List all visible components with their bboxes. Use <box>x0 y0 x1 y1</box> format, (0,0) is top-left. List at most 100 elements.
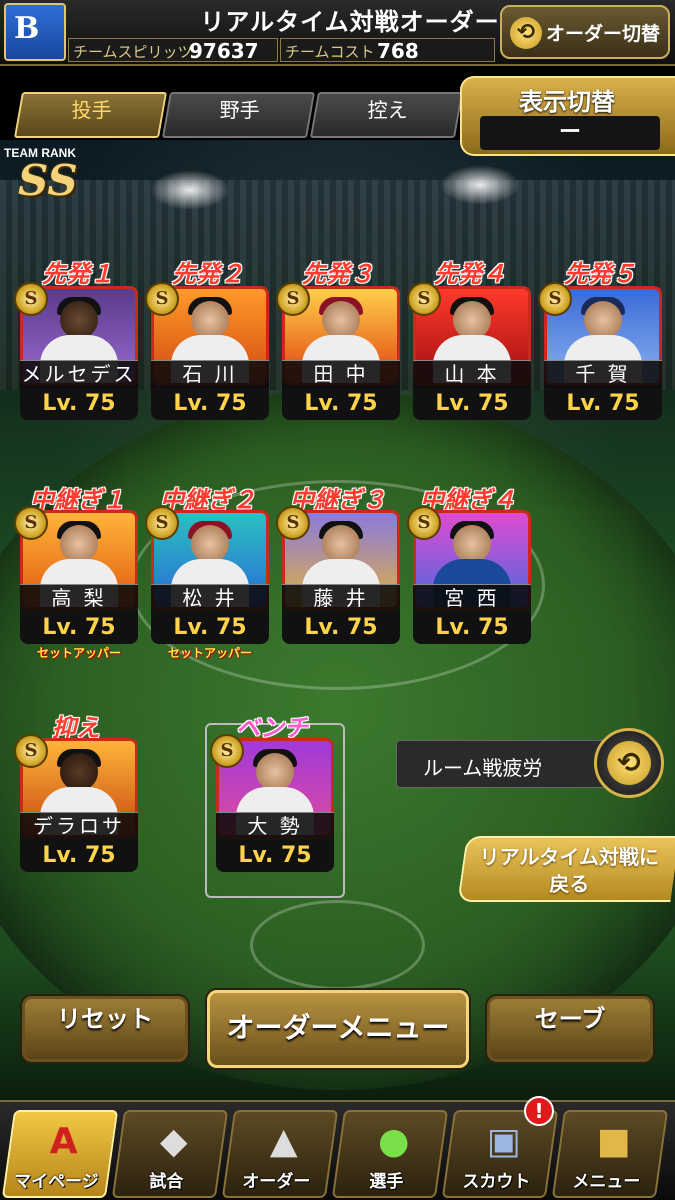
order-menu-button[interactable]: オーダーメニュー <box>207 990 469 1068</box>
player-card-reliever-4[interactable]: S 宮 西 Lv. 75 <box>407 506 531 653</box>
order-switch-label: オーダー切替 <box>546 23 661 45</box>
player-name: 石 川 <box>151 360 269 388</box>
player-name: 藤 井 <box>282 584 400 612</box>
room-fatigue-bar: ルーム戦疲労 <box>396 740 616 788</box>
nav-players[interactable]: ● 選手 <box>331 1110 449 1198</box>
tab-fielder[interactable]: 野手 <box>161 92 316 138</box>
team-rank: TEAM RANK SS <box>4 146 114 206</box>
team-spirit-bar: チームスピリッツ 97637 <box>68 38 278 63</box>
rank-badge-icon: S <box>276 506 310 540</box>
save-label: セーブ <box>534 1005 606 1033</box>
save-button[interactable]: セーブ <box>487 996 653 1062</box>
refresh-fatigue-button[interactable]: ⟲ <box>594 728 664 798</box>
player-level: Lv. 75 <box>544 388 662 420</box>
team-logo: B <box>4 3 66 61</box>
player-name: 田 中 <box>282 360 400 388</box>
player-name: 大 勢 <box>216 812 334 840</box>
player-level: Lv. 75 <box>282 388 400 420</box>
player-name: メルセデス <box>20 360 138 388</box>
team-cost-value: 768 <box>377 39 419 63</box>
player-card-reliever-2[interactable]: S 松 井 Lv. 75 セットアッパー <box>145 506 269 660</box>
team-spirit-value: 97637 <box>189 39 259 63</box>
slot-label-starter-1: 先発１ <box>42 260 114 288</box>
player-card-starter-2[interactable]: S 石 川 Lv. 75 <box>145 282 269 429</box>
player-card-starter-4[interactable]: S 山 本 Lv. 75 <box>407 282 531 429</box>
player-card-closer[interactable]: S デラロサ Lv. 75 <box>14 734 138 881</box>
mound-ring <box>250 900 425 990</box>
stadium-light <box>440 165 520 205</box>
order-switch-button[interactable]: ⟲ オーダー切替 <box>500 5 670 59</box>
player-level: Lv. 75 <box>151 612 269 644</box>
rank-badge-icon: S <box>407 282 441 316</box>
player-role: セットアッパー <box>36 646 121 660</box>
player-name: 山 本 <box>413 360 531 388</box>
rank-badge-icon: S <box>210 734 244 768</box>
return-to-realtime-button[interactable]: リアルタイム対戦に 戻る <box>457 836 675 902</box>
screen-title: リアルタイム対戦オーダー <box>200 8 500 36</box>
player-name: 高 梨 <box>20 584 138 612</box>
room-fatigue-label: ルーム戦疲労 <box>423 756 543 780</box>
player-card-starter-3[interactable]: S 田 中 Lv. 75 <box>276 282 400 429</box>
team-cost-label: チームコスト <box>285 43 375 61</box>
reset-label: リセット <box>57 1005 153 1033</box>
player-role: セットアッパー <box>167 646 252 660</box>
tab-fielder-label: 野手 <box>219 98 260 122</box>
notification-badge: ! <box>524 1096 554 1126</box>
tab-pitcher[interactable]: 投手 <box>13 92 168 138</box>
nav-order[interactable]: ▲ オーダー <box>221 1110 339 1198</box>
nav-menu-label: メニュー <box>572 1172 641 1192</box>
swap-icon: ⟲ <box>510 17 542 49</box>
return-label-line1: リアルタイム対戦に <box>479 845 659 869</box>
player-card-starter-5[interactable]: S 千 賀 Lv. 75 <box>538 282 662 429</box>
rank-badge-icon: S <box>276 282 310 316</box>
slot-label-starter-4: 先発４ <box>434 260 506 288</box>
field-icon: ▲ <box>269 1121 298 1162</box>
stadium-light <box>150 170 230 210</box>
tab-reserve[interactable]: 控え <box>309 92 464 138</box>
player-card-bench[interactable]: S 大 勢 Lv. 75 <box>210 734 334 881</box>
nav-mypage-label: マイページ <box>14 1172 99 1192</box>
team-rank-value: SS <box>18 156 78 205</box>
mypage-icon: A <box>49 1121 78 1162</box>
player-name: 松 井 <box>151 584 269 612</box>
player-name: 千 賀 <box>544 360 662 388</box>
team-spirit-label: チームスピリッツ <box>73 43 193 61</box>
reset-button[interactable]: リセット <box>22 996 188 1062</box>
nav-game[interactable]: ◆ 試合 <box>111 1110 229 1198</box>
team-cost-bar: チームコスト 768 <box>280 38 495 63</box>
menu-icon: ■ <box>596 1121 631 1162</box>
player-name: デラロサ <box>20 812 138 840</box>
header-bar: B リアルタイム対戦オーダー チームスピリッツ 97637 チームコスト 768… <box>0 0 675 66</box>
player-card-starter-1[interactable]: S メルセデス Lv. 75 <box>14 282 138 429</box>
player-level: Lv. 75 <box>20 388 138 420</box>
tab-pitcher-label: 投手 <box>71 98 112 122</box>
player-name: 宮 西 <box>413 584 531 612</box>
rank-badge-icon: S <box>14 734 48 768</box>
player-card-reliever-1[interactable]: S 高 梨 Lv. 75 セットアッパー <box>14 506 138 660</box>
nav-mypage[interactable]: A マイページ <box>1 1110 119 1198</box>
rank-badge-icon: S <box>145 506 179 540</box>
rank-badge-icon: S <box>538 282 572 316</box>
tab-reserve-label: 控え <box>367 98 408 122</box>
nav-scout-label: スカウト <box>462 1172 531 1192</box>
player-level: Lv. 75 <box>282 612 400 644</box>
nav-order-label: オーダー <box>242 1172 311 1192</box>
nav-menu[interactable]: ■ メニュー <box>551 1110 669 1198</box>
slot-label-starter-5: 先発５ <box>564 260 636 288</box>
nav-game-label: 試合 <box>149 1172 184 1192</box>
order-menu-label: オーダーメニュー <box>226 1011 450 1044</box>
rank-badge-icon: S <box>14 282 48 316</box>
player-level: Lv. 75 <box>151 388 269 420</box>
display-switch-button[interactable]: 表示切替 ー <box>460 76 675 156</box>
display-switch-value: ー <box>480 116 660 150</box>
display-switch-label: 表示切替 <box>519 88 615 116</box>
player-icon: ● <box>377 1121 410 1162</box>
return-label-line2: 戻る <box>549 872 590 896</box>
player-level: Lv. 75 <box>216 840 334 872</box>
player-level: Lv. 75 <box>413 388 531 420</box>
slot-label-starter-3: 先発３ <box>302 260 374 288</box>
bottom-nav: A マイページ ◆ 試合 ▲ オーダー ● 選手 ▣ スカウト ■ メニュー <box>0 1100 675 1200</box>
player-card-reliever-3[interactable]: S 藤 井 Lv. 75 <box>276 506 400 653</box>
slot-label-starter-2: 先発２ <box>172 260 244 288</box>
player-level: Lv. 75 <box>20 612 138 644</box>
